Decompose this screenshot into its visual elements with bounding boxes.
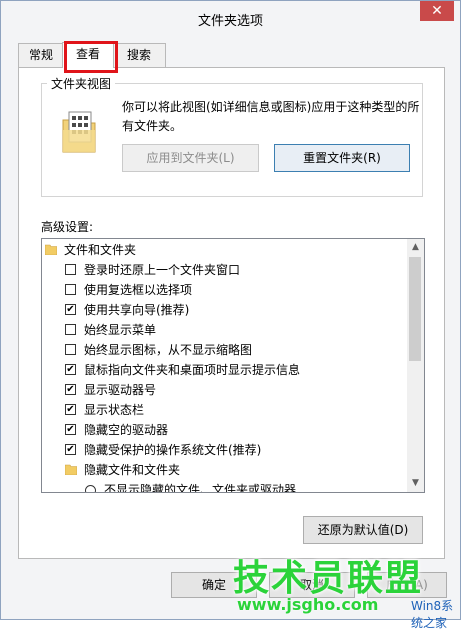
folder-views-group: 你可以将此视图(如详细信息或图标)应用于这种类型的所有文件夹。 应用到文件夹(L…	[41, 83, 423, 197]
vertical-scrollbar[interactable]: ▲ ▼	[407, 239, 424, 492]
tab-search[interactable]: 搜索	[112, 43, 166, 67]
scroll-up-icon[interactable]: ▲	[407, 239, 424, 256]
advanced-setting-label: 显示驱动器号	[84, 383, 157, 397]
checkbox-checked[interactable]: ✔	[65, 404, 76, 415]
watermark-url: www.jsgho.com	[237, 595, 379, 614]
reset-folders-button[interactable]: 重置文件夹(R)	[274, 144, 410, 172]
checkbox-checked[interactable]: ✔	[65, 384, 76, 395]
advanced-setting-label: 文件和文件夹	[64, 243, 137, 257]
advanced-settings-list[interactable]: 文件和文件夹登录时还原上一个文件夹窗口 使用复选框以选择项 ✔ 使用共享向导(推荐) 始…	[41, 238, 425, 493]
advanced-setting-label: 始终显示菜单	[84, 323, 157, 337]
folder-views-label: 文件夹视图	[47, 75, 116, 92]
watermark: 技术员联盟 www.jsgho.com Win8系统之家	[233, 549, 459, 630]
apply-to-folders-button[interactable]: 应用到文件夹(L)	[122, 144, 259, 172]
scroll-thumb[interactable]	[409, 257, 421, 361]
advanced-setting-label: 隐藏受保护的操作系统文件(推荐)	[84, 443, 262, 457]
advanced-setting-label: 始终显示图标，从不显示缩略图	[84, 343, 253, 357]
advanced-setting-label: 登录时还原上一个文件夹窗口	[84, 263, 241, 277]
window-title: 文件夹选项	[197, 14, 263, 29]
checkbox-checked[interactable]: ✔	[65, 424, 76, 435]
advanced-settings-label: 高级设置:	[41, 220, 94, 234]
checkbox-unchecked[interactable]	[65, 284, 76, 295]
scroll-down-icon[interactable]: ▼	[407, 475, 424, 492]
checkbox-unchecked[interactable]	[65, 344, 76, 355]
view-tab-panel: 你可以将此视图(如详细信息或图标)应用于这种类型的所有文件夹。 应用到文件夹(L…	[18, 67, 445, 559]
advanced-setting-label: 不显示隐藏的文件、文件夹或驱动器	[104, 483, 297, 493]
advanced-setting-label: 使用共享向导(推荐)	[84, 303, 190, 317]
advanced-setting-label: 隐藏空的驱动器	[84, 423, 169, 437]
close-button[interactable]: ✕	[420, 1, 454, 21]
checkbox-unchecked[interactable]	[65, 324, 76, 335]
folder-options-window: 文件夹选项 ✕ 常规 查看 搜索 你可以将此视图(如详细信息或图标)应用于这种类…	[0, 0, 461, 630]
checkbox-unchecked[interactable]	[65, 264, 76, 275]
folder-views-description: 你可以将此视图(如详细信息或图标)应用于这种类型的所有文件夹。	[122, 100, 420, 133]
checkbox-checked[interactable]: ✔	[65, 444, 76, 455]
folder-icon	[65, 464, 77, 475]
advanced-setting-label: 显示状态栏	[84, 403, 145, 417]
folder-view-icon	[62, 111, 96, 153]
watermark-site: Win8系统之家	[411, 599, 454, 630]
tab-general[interactable]: 常规	[18, 43, 64, 67]
advanced-setting-label: 使用复选框以选择项	[84, 283, 193, 297]
advanced-setting-label: 鼠标指向文件夹和桌面项时显示提示信息	[84, 363, 301, 377]
checkbox-checked[interactable]: ✔	[65, 364, 76, 375]
advanced-setting-label: 隐藏文件和文件夹	[84, 463, 181, 477]
tab-view-highlight-box	[64, 41, 118, 73]
radio-button[interactable]	[85, 485, 96, 492]
folder-icon	[45, 244, 57, 255]
restore-defaults-button[interactable]: 还原为默认值(D)	[303, 516, 423, 544]
watermark-text: 技术员联盟	[233, 558, 424, 599]
checkbox-checked[interactable]: ✔	[65, 304, 76, 315]
title-bar: 文件夹选项 ✕	[1, 1, 460, 35]
